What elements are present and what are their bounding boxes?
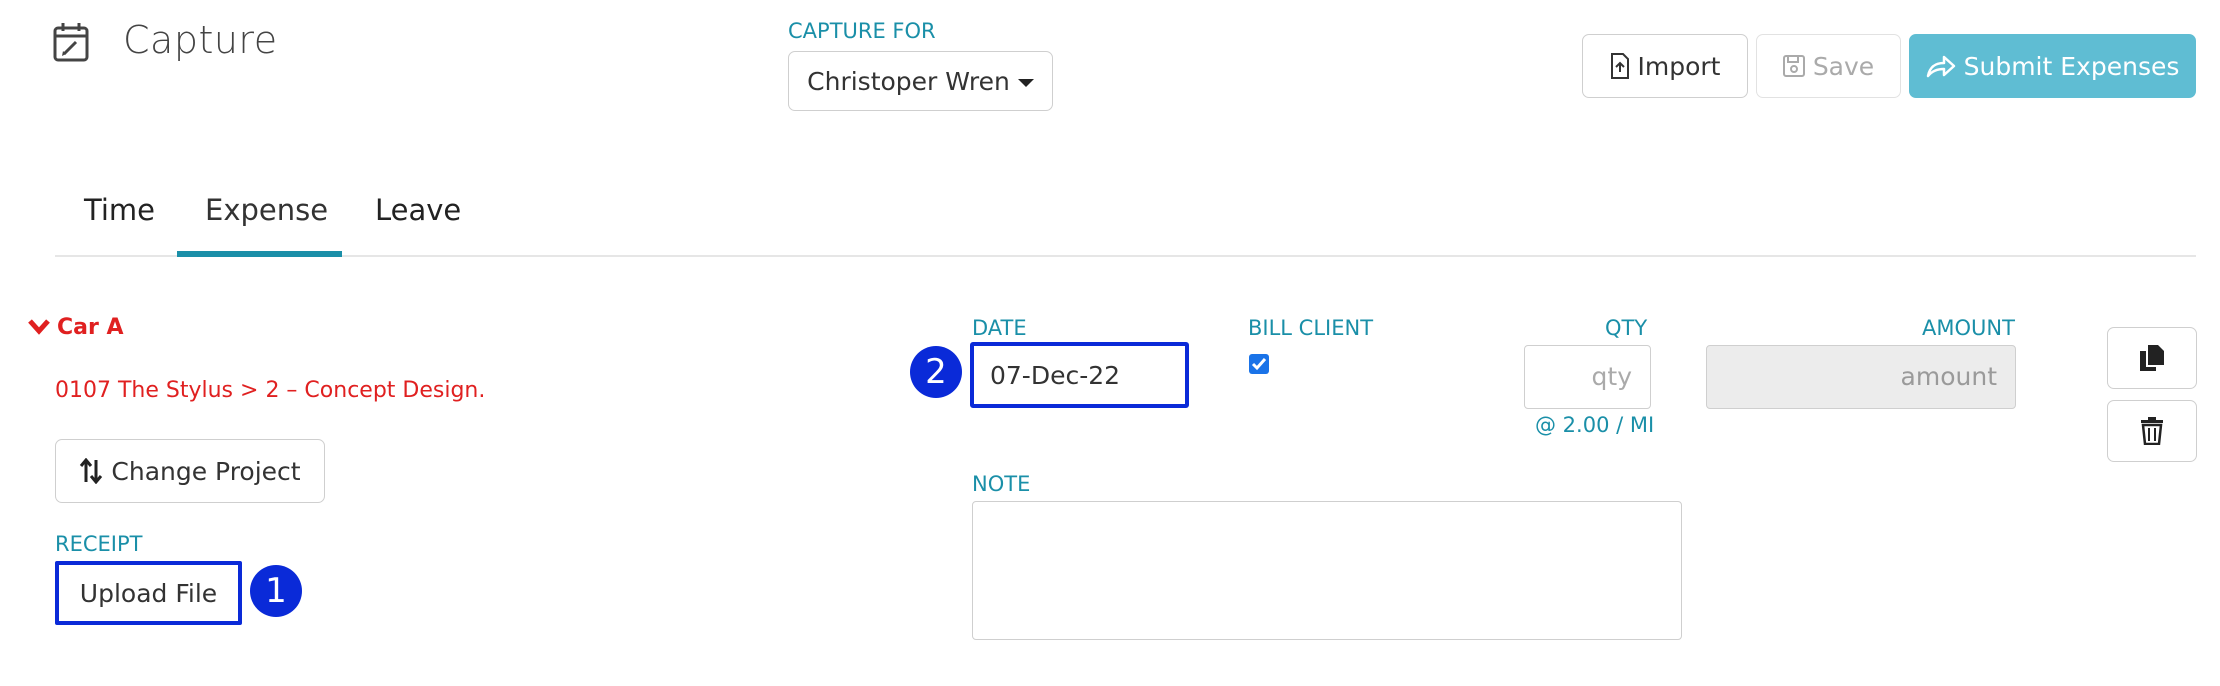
- capture-for-value: Christoper Wren: [807, 66, 1010, 96]
- note-label: NOTE: [972, 472, 1031, 496]
- chevron-down-icon[interactable]: [28, 318, 50, 336]
- capture-for-select[interactable]: Christoper Wren: [788, 51, 1053, 111]
- share-icon: [1926, 55, 1955, 78]
- delete-button[interactable]: [2107, 400, 2197, 462]
- upload-file-button[interactable]: Upload File: [55, 561, 242, 625]
- calendar-edit-icon: [53, 23, 89, 62]
- change-project-button[interactable]: Change Project: [55, 439, 325, 503]
- file-import-icon: [1610, 53, 1629, 79]
- tab-time[interactable]: Time: [84, 193, 155, 227]
- check-icon: [1251, 358, 1267, 371]
- save-icon: [1782, 55, 1805, 77]
- amount-label: AMOUNT: [1922, 316, 2015, 340]
- save-label: Save: [1812, 51, 1875, 81]
- submit-expenses-button[interactable]: Submit Expenses: [1909, 34, 2196, 98]
- import-label: Import: [1637, 51, 1721, 81]
- bill-client-checkbox[interactable]: [1249, 354, 1269, 374]
- receipt-label: RECEIPT: [55, 532, 143, 556]
- copy-icon: [2140, 345, 2164, 371]
- step-marker-2: 2: [910, 346, 962, 398]
- bill-client-label: BILL CLIENT: [1248, 316, 1374, 340]
- tab-expense[interactable]: Expense: [205, 193, 328, 227]
- import-button[interactable]: Import: [1582, 34, 1748, 98]
- copy-button[interactable]: [2107, 327, 2197, 389]
- expense-item-title[interactable]: Car A: [57, 315, 124, 340]
- change-project-label: Change Project: [111, 456, 301, 486]
- amount-input: amount: [1706, 345, 2016, 409]
- date-input[interactable]: 07-Dec-22: [970, 342, 1189, 408]
- capture-for-label: CAPTURE FOR: [788, 19, 936, 43]
- trash-icon: [2141, 417, 2163, 445]
- qty-input[interactable]: qty: [1524, 345, 1651, 409]
- submit-label: Submit Expenses: [1963, 51, 2180, 81]
- caret-down-icon: [1017, 79, 1034, 87]
- project-path: 0107 The Stylus > 2 – Concept Design.: [55, 378, 486, 403]
- qty-label: QTY: [1605, 316, 1648, 340]
- active-tab-indicator: [177, 251, 342, 257]
- sort-arrows-icon: [80, 458, 103, 484]
- step-marker-1: 1: [250, 565, 302, 617]
- tab-leave[interactable]: Leave: [375, 193, 461, 227]
- save-button[interactable]: Save: [1756, 34, 1901, 98]
- note-textarea[interactable]: [972, 501, 1682, 640]
- tab-bar: Time Expense Leave: [55, 175, 2196, 257]
- page-title: Capture: [123, 18, 278, 62]
- rate-text: @ 2.00 / MI: [1535, 413, 1655, 437]
- date-label: DATE: [972, 316, 1027, 340]
